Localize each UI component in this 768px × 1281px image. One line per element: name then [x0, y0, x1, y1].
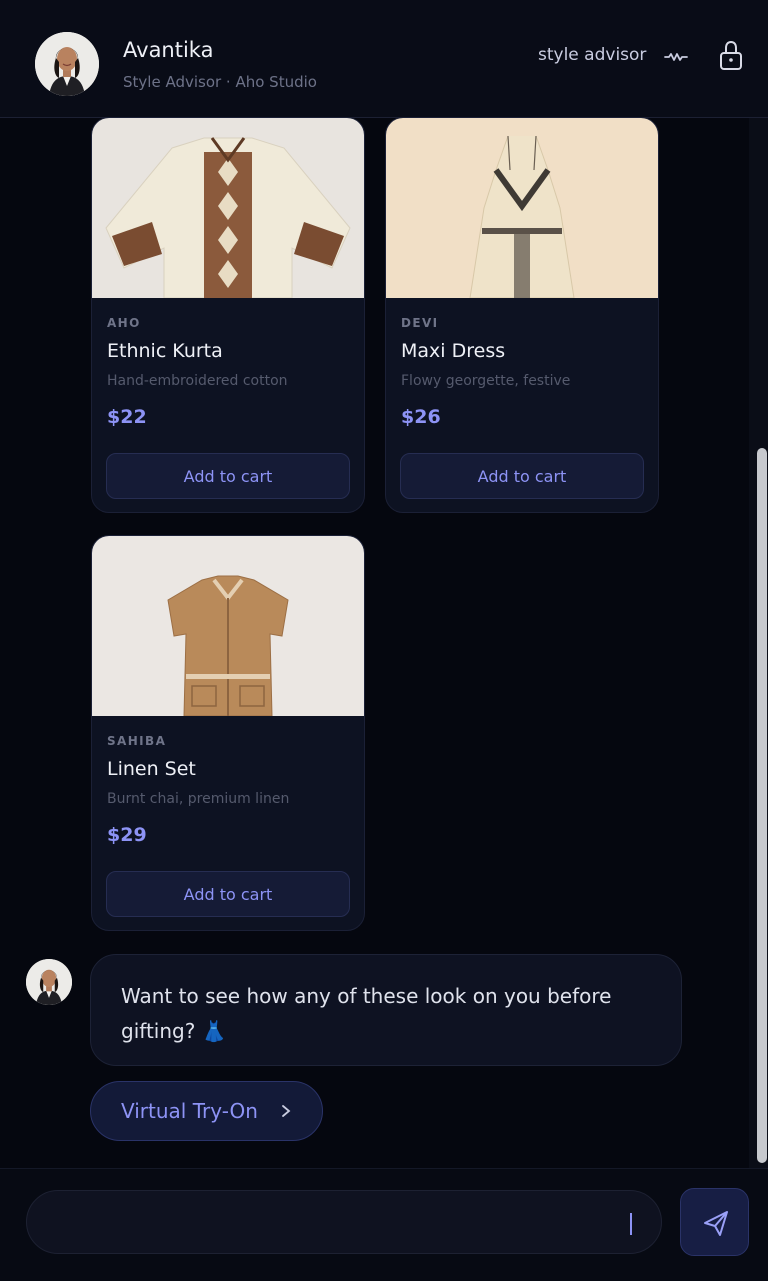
product-brand: DEVI: [401, 316, 439, 330]
mode-label[interactable]: style advisor: [538, 45, 646, 65]
add-to-cart-button[interactable]: Add to cart: [106, 453, 350, 499]
advisor-message-avatar: [26, 959, 72, 1005]
product-card[interactable]: AHO Ethnic Kurta Hand-embroidered cotton…: [91, 117, 365, 513]
wave-icon[interactable]: [664, 50, 688, 64]
product-description: Flowy georgette, festive: [401, 373, 571, 389]
product-description: Burnt chai, premium linen: [107, 791, 290, 807]
add-to-cart-button[interactable]: Add to cart: [400, 453, 644, 499]
virtual-try-on-button[interactable]: Virtual Try-On: [90, 1081, 323, 1141]
message-input[interactable]: [26, 1190, 662, 1254]
virtual-try-on-label: Virtual Try-On: [121, 1099, 258, 1123]
advisor-subtitle: Style Advisor · Aho Studio: [123, 73, 317, 91]
product-title[interactable]: Linen Set: [107, 758, 196, 780]
advisor-avatar[interactable]: [35, 32, 99, 96]
product-card[interactable]: DEVI Maxi Dress Flowy georgette, festive…: [385, 117, 659, 513]
chat-header: Avantika Style Advisor · Aho Studio styl…: [0, 0, 768, 118]
product-title[interactable]: Maxi Dress: [401, 340, 505, 362]
send-icon: [704, 1211, 728, 1236]
advisor-name: Avantika: [123, 38, 214, 62]
scrollbar-thumb[interactable]: [757, 448, 767, 1163]
product-description: Hand-embroidered cotton: [107, 373, 288, 389]
send-button[interactable]: [680, 1188, 749, 1256]
product-title[interactable]: Ethnic Kurta: [107, 340, 223, 362]
linen-set-image[interactable]: [92, 536, 364, 716]
product-card[interactable]: SAHIBA Linen Set Burnt chai, premium lin…: [91, 535, 365, 931]
product-brand: SAHIBA: [107, 734, 167, 748]
maxi-dress-image[interactable]: [386, 118, 658, 298]
advisor-message-bubble: Want to see how any of these look on you…: [90, 954, 682, 1066]
product-brand: AHO: [107, 316, 141, 330]
product-price: $29: [107, 824, 147, 846]
text-caret: [630, 1213, 632, 1235]
product-price: $22: [107, 406, 147, 428]
ethnic-kurta-image[interactable]: [92, 118, 364, 298]
lock-icon[interactable]: [718, 40, 744, 72]
product-price: $26: [401, 406, 441, 428]
add-to-cart-button[interactable]: Add to cart: [106, 871, 350, 917]
chevron-right-icon: [282, 1105, 291, 1117]
